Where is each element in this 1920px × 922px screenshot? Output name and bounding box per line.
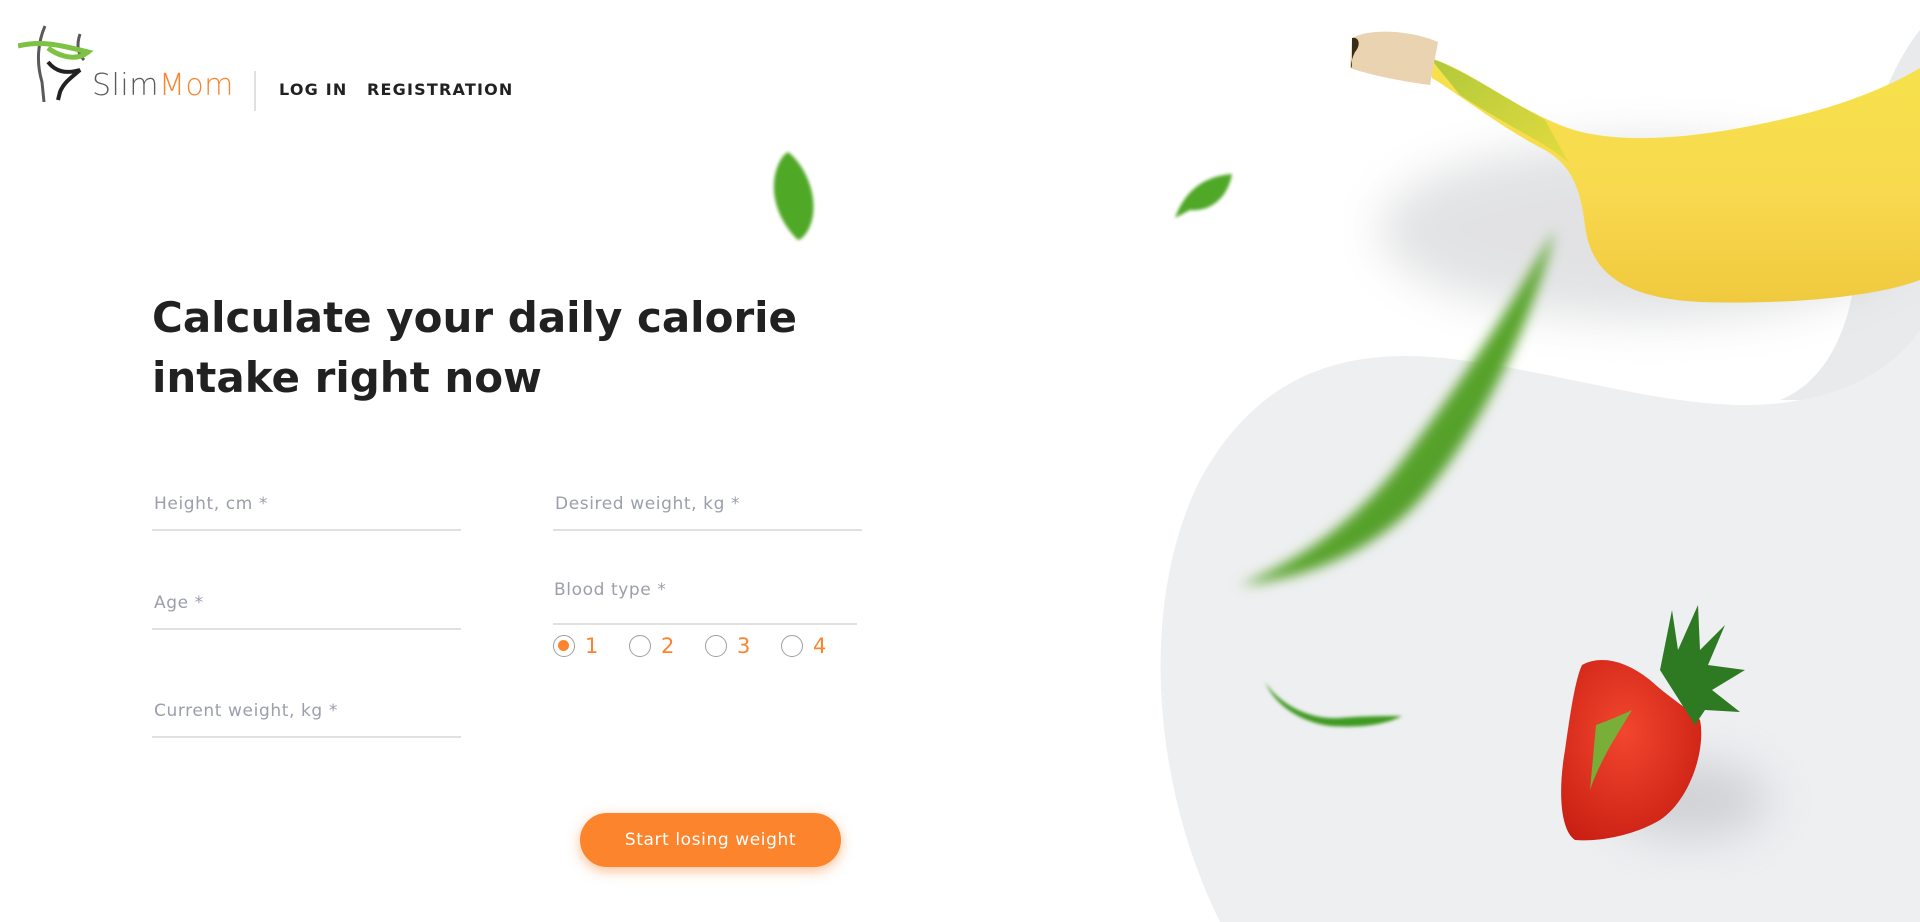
strawberry-image bbox=[1561, 605, 1770, 841]
nav-registration-link[interactable]: REGISTRATION bbox=[367, 80, 514, 99]
radio-label: 2 bbox=[661, 634, 675, 658]
desired-weight-field bbox=[553, 479, 862, 531]
height-field bbox=[152, 479, 461, 531]
radio-unchecked-icon bbox=[629, 635, 651, 657]
decorative-background bbox=[773, 30, 1920, 922]
blood-type-label: Blood type * bbox=[553, 575, 857, 625]
radio-label: 1 bbox=[585, 634, 599, 658]
radio-unchecked-icon bbox=[705, 635, 727, 657]
background-blob-top bbox=[1780, 30, 1920, 400]
background-blob-main bbox=[1160, 330, 1920, 922]
age-input[interactable] bbox=[152, 578, 461, 628]
banana-shadow bbox=[1380, 140, 1920, 320]
nav-login-link[interactable]: LOG IN bbox=[279, 80, 347, 99]
leaf-curled bbox=[1265, 682, 1402, 727]
header-divider bbox=[254, 71, 256, 111]
banana-image bbox=[1350, 31, 1920, 303]
logo[interactable]: SlimMom bbox=[18, 22, 238, 112]
page-title: Calculate your daily calorie intake righ… bbox=[152, 293, 798, 402]
height-input[interactable] bbox=[152, 479, 461, 529]
age-field bbox=[152, 578, 461, 630]
radio-label: 3 bbox=[737, 634, 751, 658]
blood-type-radio-1[interactable]: 1 bbox=[553, 634, 629, 658]
radio-checked-icon bbox=[553, 635, 575, 657]
blood-type-radio-4[interactable]: 4 bbox=[781, 634, 857, 658]
radio-unchecked-icon bbox=[781, 635, 803, 657]
desired-weight-input[interactable] bbox=[553, 479, 862, 529]
start-losing-weight-button[interactable]: Start losing weight bbox=[580, 813, 841, 867]
logo-figure-icon bbox=[18, 25, 94, 102]
leaf-small bbox=[1175, 174, 1232, 218]
logo-text-mom: Mom bbox=[158, 68, 234, 103]
blood-type-group: Blood type * 1 2 3 4 bbox=[553, 575, 857, 658]
logo-text-slim: Slim bbox=[92, 68, 159, 103]
radio-label: 4 bbox=[813, 634, 827, 658]
current-weight-field bbox=[152, 686, 461, 738]
blood-type-options: 1 2 3 4 bbox=[553, 634, 857, 658]
leaf-top bbox=[773, 152, 814, 240]
blood-type-radio-3[interactable]: 3 bbox=[705, 634, 781, 658]
blood-type-radio-2[interactable]: 2 bbox=[629, 634, 705, 658]
leaf-large-blurred bbox=[1240, 230, 1555, 585]
logo-text: SlimMom bbox=[92, 68, 234, 103]
current-weight-input[interactable] bbox=[152, 686, 461, 736]
